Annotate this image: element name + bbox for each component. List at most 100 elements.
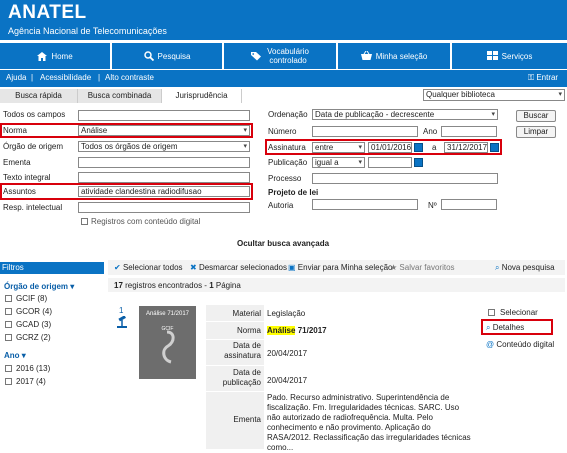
publicacao-operator-select[interactable]: igual a xyxy=(312,157,365,168)
numero-input[interactable] xyxy=(312,126,418,137)
buscar-button[interactable]: Buscar xyxy=(516,110,556,122)
filter-ano-title: Ano xyxy=(4,351,20,360)
x-icon: ✖ xyxy=(190,263,199,272)
new-search-button[interactable]: ⌕ Nova pesquisa xyxy=(495,263,555,273)
ano-input[interactable] xyxy=(441,126,497,137)
autoria-label: Autoria xyxy=(268,201,294,210)
norma-record-value[interactable]: Análise 71/2017 xyxy=(267,326,327,335)
assinatura-record-value: 20/04/2017 xyxy=(267,349,308,358)
assinatura-from-input[interactable]: 01/01/2016 xyxy=(368,142,412,153)
results-pages: 1 xyxy=(209,281,214,290)
filter-checkbox[interactable] xyxy=(5,295,12,302)
filter-checkbox[interactable] xyxy=(5,308,12,315)
save-favorites-button[interactable]: ★ Salvar favoritos xyxy=(390,263,455,272)
digital-content-label: Conteúdo digital xyxy=(496,340,555,349)
nav-vocabulario-label: Vocabulário controlado xyxy=(267,47,309,65)
ordenacao-select[interactable]: Data de publicação - decrescente xyxy=(312,109,498,120)
filter-checkbox[interactable] xyxy=(5,378,12,385)
norma-label: Norma xyxy=(3,126,28,135)
ocultar-busca-link[interactable]: Ocultar busca avançada xyxy=(237,239,329,248)
publicacao-label: Publicação xyxy=(268,158,308,167)
select-all-button[interactable]: ✔ Selecionar todos xyxy=(114,263,183,272)
filter-checkbox[interactable] xyxy=(5,365,12,372)
todos-campos-input[interactable] xyxy=(78,110,250,121)
details-button[interactable]: ⌕ Detalhes xyxy=(486,323,524,333)
library-select[interactable]: Qualquer biblioteca xyxy=(423,89,565,101)
services-icon xyxy=(486,51,498,60)
numero-projeto-label: Nº xyxy=(428,201,437,210)
results-pages-text: Página xyxy=(215,281,241,290)
utility-bar: Ajuda | Acessibilidade | Alto contraste … xyxy=(0,70,567,87)
app-header: ANATEL Agência Nacional de Telecomunicaç… xyxy=(0,0,567,40)
main-nav: Home Pesquisa Vocabulário controlado Min… xyxy=(0,43,567,69)
details-label: Detalhes xyxy=(492,323,525,332)
send-selection-label: Enviar para Minha seleção xyxy=(297,263,393,272)
nav-home[interactable]: Home xyxy=(0,43,110,69)
login-label: Entrar xyxy=(536,73,559,82)
app-subtitle: Agência Nacional de Telecomunicações xyxy=(8,26,167,36)
calendar-icon[interactable] xyxy=(414,143,423,152)
filter-checkbox[interactable] xyxy=(5,321,12,328)
save-favorites-label: Salvar favoritos xyxy=(399,263,455,272)
ementa-label: Ementa xyxy=(3,158,31,167)
filter-ano-toggle[interactable]: Ano ▾ xyxy=(4,351,26,360)
nav-home-label: Home xyxy=(51,51,73,61)
assinatura-to-input[interactable]: 31/12/2017 xyxy=(444,142,488,153)
record-thumbnail[interactable]: Análise 71/2017 GCIF xyxy=(139,306,196,379)
select-record-label: Selecionar xyxy=(500,308,538,317)
login-link[interactable]: ⚿ Entrar xyxy=(528,73,558,83)
digital-checkbox[interactable] xyxy=(81,218,88,225)
link-ajuda[interactable]: Ajuda xyxy=(6,73,26,82)
digital-label: Registros com conteúdo digital xyxy=(91,217,201,226)
link-alto-contraste[interactable]: Alto contraste xyxy=(105,73,154,82)
processo-input[interactable] xyxy=(312,173,498,184)
filter-item: GCRZ (2) xyxy=(16,333,51,342)
nav-vocabulario[interactable]: Vocabulário controlado xyxy=(224,43,336,69)
deselect-button[interactable]: ✖ Desmarcar selecionados xyxy=(190,263,287,272)
assinatura-record-label: Data de assinatura xyxy=(224,341,261,360)
material-value: Legislação xyxy=(267,309,306,318)
results-count: 17 xyxy=(114,281,123,290)
filter-checkbox[interactable] xyxy=(5,334,12,341)
limpar-button[interactable]: Limpar xyxy=(516,126,556,138)
publicacao-record-label: Data de publicação xyxy=(222,368,261,387)
filter-orgao-toggle[interactable]: Órgão de origem ▾ xyxy=(4,282,74,291)
document-graphic xyxy=(161,330,175,364)
divider: | xyxy=(31,73,34,82)
calendar-icon[interactable] xyxy=(414,158,423,167)
tab-jurisprudencia[interactable]: Jurisprudência xyxy=(162,89,242,103)
send-selection-button[interactable]: ▣ Enviar para Minha seleção xyxy=(288,263,393,272)
filter-orgao-title: Órgão de origem xyxy=(4,282,69,291)
orgao-select[interactable]: Todos os órgãos de origem xyxy=(78,141,250,152)
tab-busca-rapida[interactable]: Busca rápida xyxy=(0,89,78,103)
ementa-input[interactable] xyxy=(78,157,250,168)
app-title[interactable]: ANATEL xyxy=(8,2,87,24)
nav-servicos[interactable]: Serviços xyxy=(452,43,567,69)
select-record-checkbox[interactable] xyxy=(488,309,495,316)
nav-minha-selecao[interactable]: Minha seleção xyxy=(338,43,450,69)
resp-intelectual-input[interactable] xyxy=(78,202,250,213)
assuntos-input[interactable]: atividade clandestina radiodifusao xyxy=(78,186,250,197)
search-icon: ⌕ xyxy=(486,323,493,332)
norma-record-label: Norma xyxy=(236,326,261,335)
nav-pesquisa[interactable]: Pesquisa xyxy=(112,43,222,69)
link-acessibilidade[interactable]: Acessibilidade xyxy=(40,73,91,82)
filter-item: GCIF (8) xyxy=(16,294,48,303)
assinatura-operator-select[interactable]: entre xyxy=(312,142,365,153)
search-icon xyxy=(143,51,154,61)
tab-busca-combinada[interactable]: Busca combinada xyxy=(78,89,162,103)
numero-label: Número xyxy=(268,127,297,136)
norma-select[interactable]: Análise xyxy=(78,125,250,136)
results-count-line: 17 registros encontrados - 1 Página xyxy=(114,281,241,290)
digital-content-button[interactable]: @ Conteúdo digital xyxy=(486,340,554,349)
tags-icon xyxy=(251,52,262,61)
texto-integral-input[interactable] xyxy=(78,172,250,183)
nav-minha-selecao-label: Minha seleção xyxy=(375,51,428,61)
numero-projeto-input[interactable] xyxy=(441,199,497,210)
results-summary: 17 registros encontrados - 1 Página xyxy=(108,278,565,292)
home-icon xyxy=(37,51,48,61)
calendar-icon[interactable] xyxy=(490,143,499,152)
publicacao-date-input[interactable] xyxy=(368,157,412,168)
nav-pesquisa-label: Pesquisa xyxy=(157,51,191,61)
autoria-input[interactable] xyxy=(312,199,418,210)
